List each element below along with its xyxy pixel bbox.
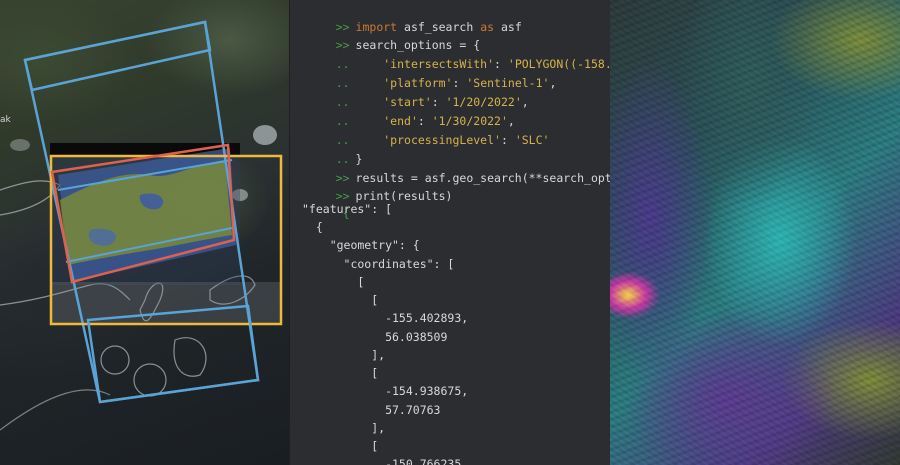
output-line: -154.938675, (302, 384, 469, 398)
output-line: { (302, 220, 323, 234)
code-line: .. 'start': '1/20/2022', (290, 72, 529, 109)
output-line: [ (302, 439, 379, 453)
output-line: "coordinates": [ (302, 257, 455, 271)
code-line: .. 'processingLevel': 'SLC' (290, 110, 550, 147)
output-line: -150.766235 (302, 457, 462, 465)
output-line: [ (302, 366, 379, 380)
map-place-label: ak (0, 115, 11, 125)
output-line: ], (302, 421, 386, 435)
sar-texture (610, 0, 900, 465)
output-line: 56.038509 (302, 330, 448, 344)
code-line: >> search_options = { (290, 15, 480, 52)
satellite-map-with-footprints[interactable]: ak (0, 0, 290, 465)
output-line: 57.70763 (302, 403, 441, 417)
code-line: .. 'platform': 'Sentinel-1', (290, 53, 557, 90)
output-line: [ (302, 275, 365, 289)
output-line: "geometry": { (302, 238, 420, 252)
footprint-overlay (0, 20, 283, 431)
code-line: >>results = asf.geo_search(**search_opti… (290, 148, 610, 185)
code-line: .. 'end': '1/30/2022', (290, 91, 515, 128)
code-line: ..} (290, 129, 363, 166)
output-line: "features": [ (302, 202, 393, 216)
code-line: .. 'intersectsWith': 'POLYGON((-158.9 56… (290, 34, 610, 71)
output-line: -155.402893, (302, 311, 469, 325)
output-line: ], (302, 348, 386, 362)
screenshot-stage: ak >> import asf_search as asf >> search_o… (0, 0, 900, 465)
python-console-panel[interactable]: >> import asf_search as asf >> search_opti… (290, 0, 610, 465)
output-line: [ (302, 293, 379, 307)
sar-interferogram-image (610, 0, 900, 465)
